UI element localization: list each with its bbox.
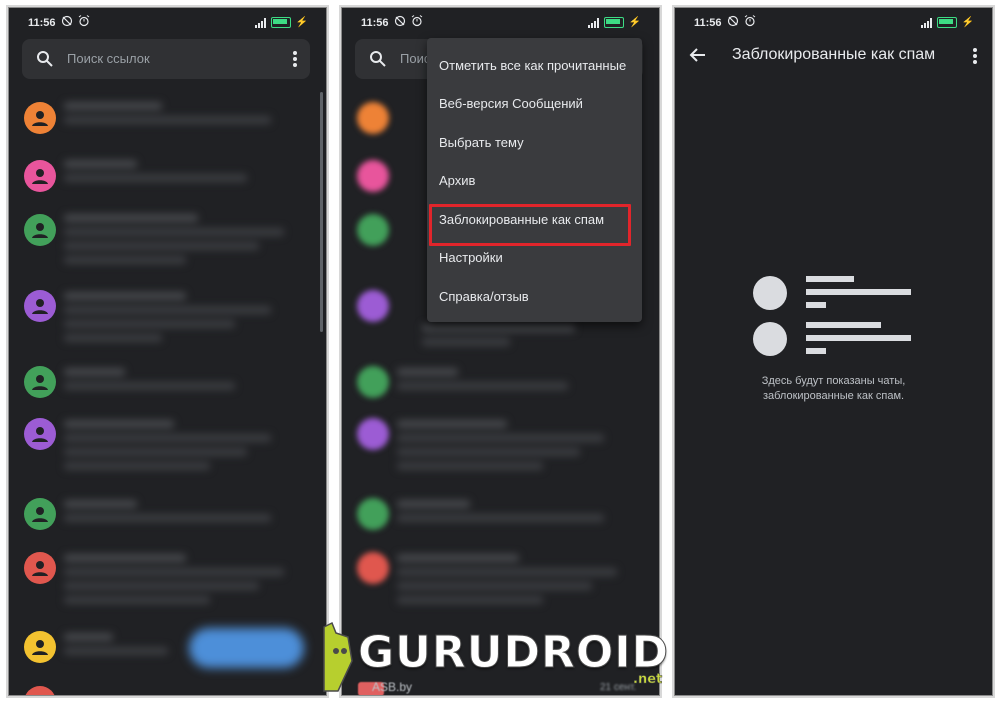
charging-icon: ⚡ bbox=[295, 17, 308, 28]
status-time: 11:56 bbox=[694, 17, 722, 29]
battery-icon bbox=[936, 17, 957, 28]
android-robot-icon bbox=[323, 621, 353, 692]
start-chat-button[interactable] bbox=[189, 628, 304, 668]
search-placeholder: Поис bbox=[400, 51, 431, 66]
search-icon bbox=[37, 51, 53, 67]
menu-item-mark-all-read[interactable]: Отметить все как прочитанные bbox=[439, 58, 626, 73]
avatar bbox=[357, 214, 389, 246]
status-time: 11:56 bbox=[28, 17, 56, 29]
alarm-icon bbox=[78, 15, 90, 27]
status-bar: 11:56 ⚡ bbox=[675, 8, 992, 36]
menu-item-archive[interactable]: Архив bbox=[439, 173, 475, 188]
avatar bbox=[357, 552, 389, 584]
menu-item-choose-theme[interactable]: Выбрать тему bbox=[439, 135, 524, 150]
highlight-frame bbox=[429, 204, 631, 246]
avatar bbox=[357, 160, 389, 192]
phone-screen-conversations: 11:56 ⚡ Поиск ссылок bbox=[8, 7, 327, 696]
avatar bbox=[357, 366, 389, 398]
watermark-brand: GURUDROID bbox=[357, 627, 670, 679]
avatar bbox=[24, 214, 56, 246]
back-arrow-icon[interactable] bbox=[689, 46, 707, 64]
signal-icon bbox=[254, 17, 266, 28]
avatar bbox=[24, 686, 56, 695]
avatar bbox=[24, 366, 56, 398]
overflow-menu: Отметить все как прочитанные Веб-версия … bbox=[427, 38, 642, 322]
avatar bbox=[357, 290, 389, 322]
watermark-suffix: .net bbox=[633, 672, 663, 688]
empty-state-illustration bbox=[753, 274, 913, 364]
menu-item-web-version[interactable]: Веб-версия Сообщений bbox=[439, 96, 583, 111]
person-icon bbox=[32, 299, 48, 314]
person-icon bbox=[32, 169, 48, 184]
signal-icon bbox=[920, 17, 932, 28]
status-time: 11:56 bbox=[361, 17, 389, 29]
person-icon bbox=[32, 561, 48, 576]
search-placeholder: Поиск ссылок bbox=[67, 51, 150, 66]
do-not-disturb-icon bbox=[727, 15, 739, 27]
avatar bbox=[357, 102, 389, 134]
avatar bbox=[24, 160, 56, 192]
alarm-icon bbox=[744, 15, 756, 27]
do-not-disturb-icon bbox=[61, 15, 73, 27]
search-icon bbox=[370, 51, 386, 67]
person-icon bbox=[32, 111, 48, 126]
status-bar: 11:56 ⚡ bbox=[9, 8, 326, 36]
more-options-icon[interactable] bbox=[292, 49, 298, 69]
signal-icon bbox=[587, 17, 599, 28]
alarm-icon bbox=[411, 15, 423, 27]
avatar bbox=[357, 418, 389, 450]
avatar bbox=[24, 102, 56, 134]
watermark-logo: GURUDROID .net bbox=[318, 617, 670, 697]
person-icon bbox=[32, 375, 48, 390]
do-not-disturb-icon bbox=[394, 15, 406, 27]
avatar bbox=[24, 498, 56, 530]
avatar bbox=[24, 418, 56, 450]
battery-icon bbox=[270, 17, 291, 28]
menu-item-help-feedback[interactable]: Справка/отзыв bbox=[439, 289, 529, 304]
menu-item-settings[interactable]: Настройки bbox=[439, 250, 503, 265]
empty-state-line: заблокированные как спам. bbox=[762, 390, 905, 402]
charging-icon: ⚡ bbox=[628, 17, 641, 28]
conversation-list bbox=[9, 88, 326, 695]
avatar bbox=[357, 498, 389, 530]
person-icon bbox=[32, 223, 48, 238]
avatar bbox=[24, 552, 56, 584]
more-options-icon[interactable] bbox=[972, 46, 978, 66]
page-title: Заблокированные как спам bbox=[732, 46, 936, 63]
person-icon bbox=[32, 507, 48, 522]
status-bar: 11:56 ⚡ bbox=[342, 8, 659, 36]
battery-icon bbox=[603, 17, 624, 28]
avatar bbox=[24, 290, 56, 322]
charging-icon: ⚡ bbox=[961, 17, 974, 28]
empty-state-line: Здесь будут показаны чаты, bbox=[761, 375, 906, 387]
phone-screen-menu: 11:56 ⚡ Поис ASB.by 21 сент. Отметить вс… bbox=[341, 7, 660, 696]
search-bar[interactable]: Поиск ссылок bbox=[22, 39, 310, 79]
person-icon bbox=[32, 640, 48, 655]
empty-state-text: Здесь будут показаны чаты, заблокированн… bbox=[705, 374, 962, 404]
phone-screen-spam: 11:56 ⚡ Заблокированные как спам Здесь б… bbox=[674, 7, 993, 696]
avatar bbox=[24, 631, 56, 663]
person-icon bbox=[32, 427, 48, 442]
